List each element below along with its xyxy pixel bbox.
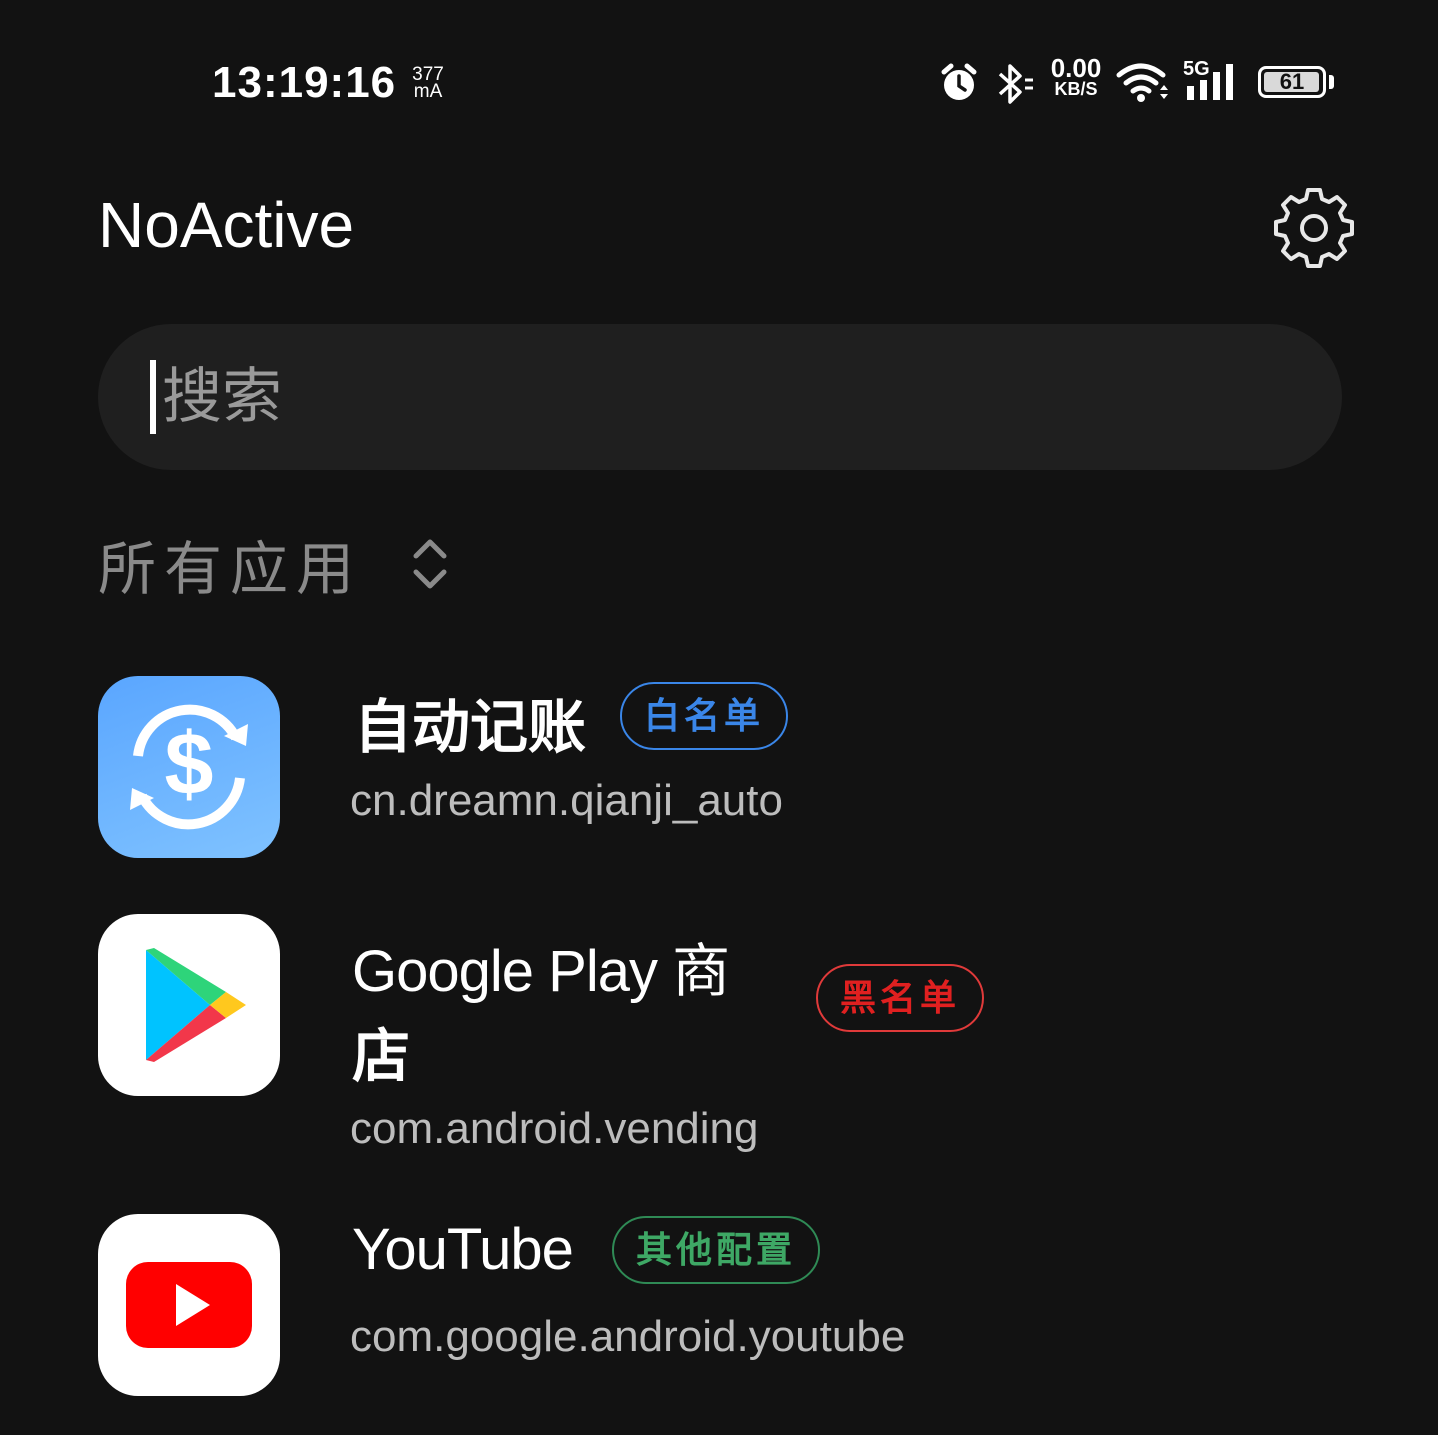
app-package: cn.dreamn.qianji_auto: [350, 776, 783, 825]
app-list-item[interactable]: $ 自动记账 白名单 cn.dreamn.qianji_auto: [98, 676, 1342, 860]
net-speed-value: 0.00: [1050, 53, 1102, 83]
app-name-line: Google Play 商: [352, 939, 730, 1004]
dollar-sync-icon: $: [98, 676, 280, 858]
wifi-icon: [1116, 63, 1168, 102]
app-name-line: 店: [352, 1022, 410, 1090]
svg-text:$: $: [165, 714, 214, 813]
search-input[interactable]: [160, 344, 1264, 450]
battery-level: 61: [1279, 69, 1305, 94]
app-name: Google Play 商 店: [352, 924, 812, 1104]
page-title: NoActive: [98, 189, 355, 261]
app-name: 自动记账: [354, 693, 587, 761]
sort-toggle-icon: [413, 539, 447, 589]
app-filter-selector[interactable]: 所有应用: [98, 522, 450, 606]
youtube-icon: [98, 1214, 280, 1396]
network-speed: 0.00 KB/S: [1044, 53, 1108, 100]
screen: 13:19:16 377 mA 0.00 KB/S 5G 61 NoActive: [0, 0, 1438, 1435]
status-badge: 黑名单: [816, 964, 985, 1032]
google-play-icon: [98, 914, 280, 1096]
gear-icon: [1274, 188, 1354, 268]
battery-tip: [1329, 75, 1334, 89]
alarm-icon: [941, 63, 977, 100]
status-current-readout: 377 mA: [408, 65, 448, 102]
filter-label: 所有应用: [98, 535, 363, 603]
settings-button[interactable]: [1272, 186, 1356, 270]
text-cursor: [150, 360, 156, 434]
app-list-item[interactable]: YouTube 其他配置 com.google.android.youtube: [98, 1214, 1342, 1398]
status-badge: 白名单: [620, 682, 789, 750]
app-name: YouTube: [352, 1217, 574, 1282]
bluetooth-icon: [998, 64, 1033, 104]
app-package: com.google.android.youtube: [350, 1312, 906, 1361]
battery-icon: 61: [1258, 66, 1326, 98]
app-list-item[interactable]: Google Play 商 店 黑名单 com.android.vending: [98, 914, 1342, 1164]
status-time: 13:19:16: [212, 58, 397, 107]
app-package: com.android.vending: [350, 1104, 759, 1153]
cellular-signal-icon: [1187, 64, 1233, 100]
current-unit: mA: [413, 81, 443, 102]
status-badge: 其他配置: [612, 1216, 821, 1284]
